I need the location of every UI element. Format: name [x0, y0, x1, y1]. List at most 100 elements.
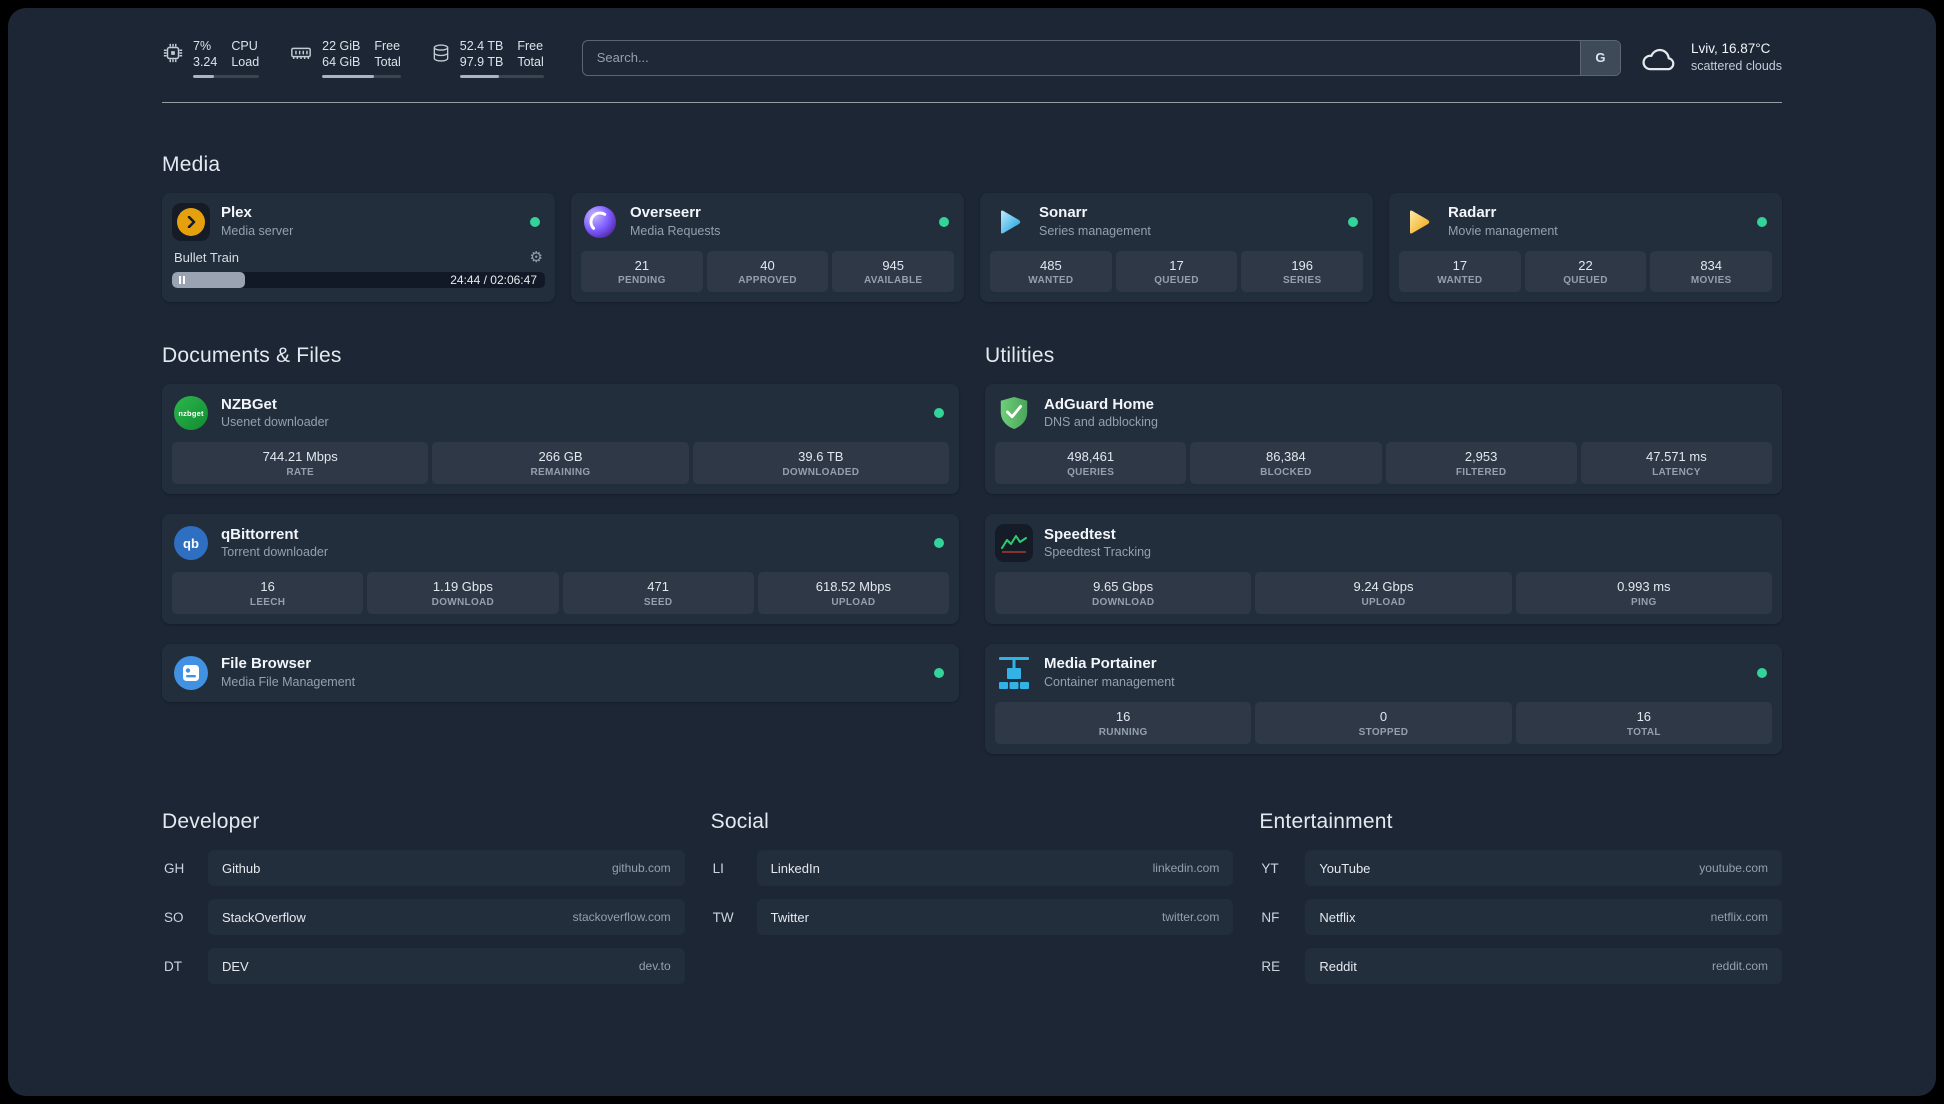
bookmark-abbr: YT	[1261, 860, 1279, 876]
stat-latency: 47.571 ms LATENCY	[1580, 442, 1772, 485]
section-heading-social: Social	[710, 810, 770, 834]
speedtest-icon	[995, 524, 1033, 563]
portainer-icon	[995, 654, 1033, 692]
bookmark-row: TW Twitter twitter.com	[711, 899, 1234, 936]
search-provider-button[interactable]: G	[1579, 40, 1620, 75]
service-card-qbittorrent[interactable]: qb qBittorrent Torrent downloader 16 LEE…	[162, 514, 959, 625]
service-card-portainer[interactable]: Media Portainer Container management 16 …	[985, 644, 1782, 755]
bookmark-github[interactable]: Github github.com	[208, 850, 685, 887]
memory-label: Free	[374, 39, 401, 53]
stat-download: 9.65 Gbps DOWNLOAD	[995, 572, 1252, 615]
nzbget-icon: nzbget	[172, 394, 210, 432]
bookmark-group-social: Social LI LinkedIn linkedin.com TW Twitt…	[711, 810, 1234, 984]
stat-queued: 22 QUEUED	[1524, 250, 1647, 293]
bookmark-dev[interactable]: DEV dev.to	[208, 948, 685, 985]
bookmark-abbr: GH	[164, 860, 185, 876]
service-subtitle: Series management	[1039, 223, 1151, 238]
bookmark-row: GH Github github.com	[162, 850, 685, 887]
weather-location: Lviv, 16.87°C	[1690, 41, 1771, 57]
service-subtitle: Movie management	[1448, 223, 1558, 238]
service-card-overseerr[interactable]: Overseerr Media Requests 21 PENDING 40 A…	[571, 192, 964, 303]
bookmark-reddit[interactable]: Reddit reddit.com	[1305, 948, 1782, 985]
memory-widget: 22 GiB 64 GiB Free Total	[289, 38, 401, 78]
memory-free: 22 GiB	[322, 39, 361, 53]
stat-queries: 498,461 QUERIES	[995, 442, 1187, 485]
stat-queued: 17 QUEUED	[1115, 250, 1238, 293]
service-title: File Browser	[221, 655, 312, 673]
section-heading-media: Media	[162, 152, 221, 176]
pause-icon	[179, 275, 185, 284]
top-bar: 7% 3.24 CPU Load 22 GiB 64 GiB Free Tota…	[162, 38, 1782, 78]
radarr-icon	[1399, 203, 1437, 241]
service-card-filebrowser[interactable]: File Browser Media File Management	[162, 644, 959, 703]
bookmark-youtube[interactable]: YouTube youtube.com	[1305, 850, 1782, 887]
disk-widget: 52.4 TB 97.9 TB Free Total	[431, 38, 544, 78]
cpu-label-2: Load	[231, 55, 260, 70]
status-dot	[1757, 216, 1767, 227]
service-subtitle: Media File Management	[221, 675, 356, 690]
stat-wanted: 17 WANTED	[1399, 250, 1521, 293]
bookmark-abbr: RE	[1261, 958, 1281, 974]
status-dot	[1757, 668, 1767, 679]
section-heading-developer: Developer	[162, 810, 260, 834]
stat-upload: 9.24 Gbps UPLOAD	[1255, 572, 1512, 615]
service-card-adguard[interactable]: AdGuard Home DNS and adblocking 498,461 …	[985, 384, 1782, 495]
cpu-usage-bar	[193, 74, 260, 78]
cpu-load: 3.24	[193, 55, 218, 70]
status-dot	[934, 408, 944, 419]
memory-total: 64 GiB	[322, 55, 361, 70]
bookmark-row: NF Netflix netflix.com	[1259, 899, 1782, 936]
stat-blocked: 86,384 BLOCKED	[1190, 442, 1382, 485]
service-card-radarr[interactable]: Radarr Movie management 17 WANTED 22 QUE…	[1389, 192, 1782, 303]
stat-ping: 0.993 ms PING	[1515, 572, 1772, 615]
service-subtitle: Torrent downloader	[221, 545, 329, 560]
bookmark-stackoverflow[interactable]: StackOverflow stackoverflow.com	[208, 899, 685, 936]
cpu-label: CPU	[231, 39, 258, 53]
cpu-icon	[163, 43, 183, 63]
service-card-nzbget[interactable]: nzbget NZBGet Usenet downloader 744.21 M…	[162, 384, 959, 495]
status-dot	[934, 668, 944, 679]
bookmark-abbr: NF	[1261, 909, 1280, 925]
bookmark-row: RE Reddit reddit.com	[1259, 948, 1782, 985]
bookmark-row: SO StackOverflow stackoverflow.com	[162, 899, 685, 936]
stat-rate: 744.21 Mbps RATE	[172, 442, 429, 485]
playback-progress-bar: 24:44 / 02:06:47	[172, 271, 545, 288]
bookmark-abbr: DT	[164, 958, 182, 974]
bookmark-abbr: SO	[164, 909, 184, 925]
stat-download: 1.19 Gbps DOWNLOAD	[367, 572, 559, 615]
service-title: qBittorrent	[221, 525, 299, 543]
stat-wanted: 485 WANTED	[990, 250, 1112, 293]
stat-stopped: 0 STOPPED	[1255, 702, 1512, 745]
service-title: Speedtest	[1044, 525, 1116, 543]
sonarr-icon	[990, 203, 1028, 241]
bookmark-row: LI LinkedIn linkedin.com	[711, 850, 1234, 887]
filebrowser-icon	[172, 654, 210, 692]
stat-filtered: 2,953 FILTERED	[1385, 442, 1577, 485]
status-dot	[934, 538, 944, 549]
cpu-widget: 7% 3.24 CPU Load	[162, 38, 260, 78]
service-card-plex[interactable]: Plex Media server Bullet Train ⚙ 24:44 /…	[162, 192, 555, 303]
bookmark-netflix[interactable]: Netflix netflix.com	[1305, 899, 1782, 936]
bookmark-linkedin[interactable]: LinkedIn linkedin.com	[756, 850, 1234, 887]
disk-usage-bar	[459, 74, 544, 78]
service-card-speedtest[interactable]: Speedtest Speedtest Tracking 9.65 Gbps D…	[985, 514, 1782, 625]
bookmark-twitter[interactable]: Twitter twitter.com	[756, 899, 1234, 936]
stat-series: 196 SERIES	[1241, 250, 1364, 293]
cpu-percent: 7%	[193, 39, 212, 53]
search-input[interactable]	[582, 40, 1580, 75]
playback-time: 24:44 / 02:06:47	[450, 272, 537, 287]
status-dot	[939, 216, 949, 227]
disk-label: Free	[517, 39, 544, 53]
service-subtitle: Usenet downloader	[221, 415, 329, 430]
cloud-icon	[1642, 48, 1675, 70]
stat-approved: 40 APPROVED	[706, 250, 829, 293]
qbittorrent-icon: qb	[172, 524, 210, 562]
service-card-sonarr[interactable]: Sonarr Series management 485 WANTED 17 Q…	[980, 192, 1373, 303]
search-bar: G	[581, 39, 1621, 76]
disk-total: 97.9 TB	[459, 55, 504, 70]
service-subtitle: Speedtest Tracking	[1044, 545, 1152, 560]
stat-movies: 834 MOVIES	[1650, 250, 1773, 293]
service-title: Radarr	[1448, 203, 1497, 221]
gear-icon[interactable]: ⚙	[530, 250, 543, 265]
service-subtitle: Media server	[221, 223, 294, 238]
